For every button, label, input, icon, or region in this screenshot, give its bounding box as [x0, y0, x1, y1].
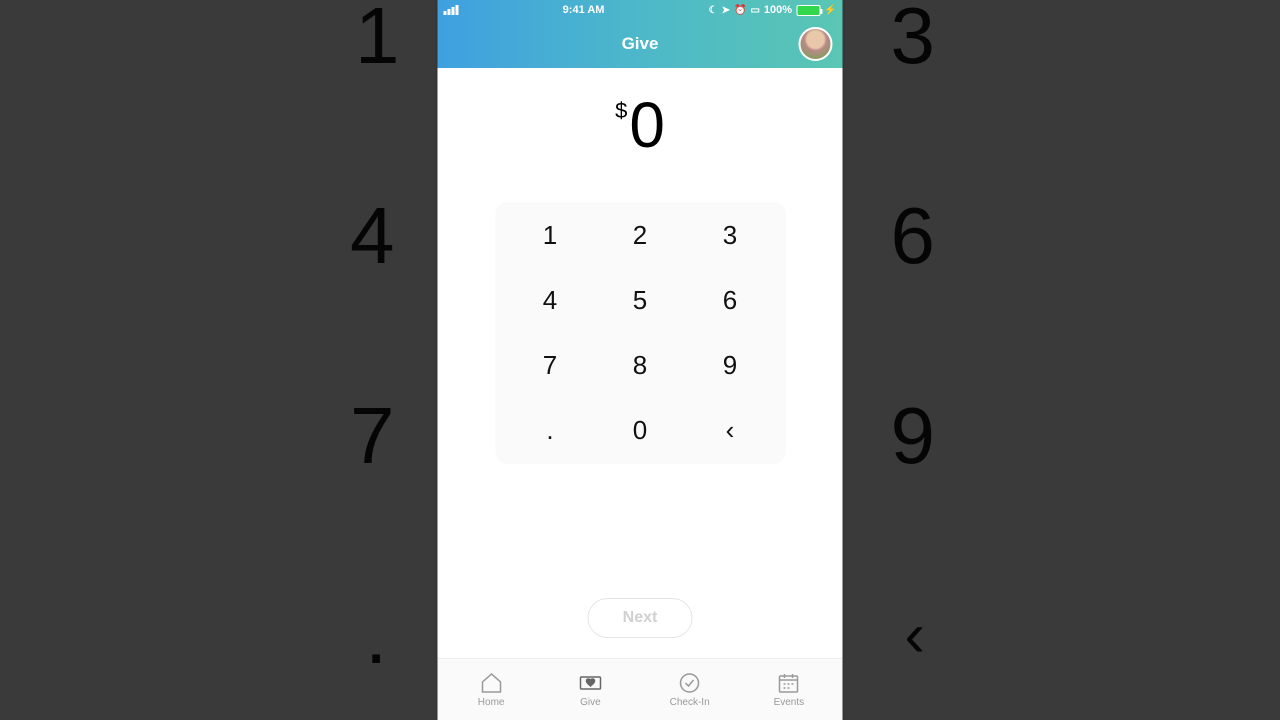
- key-6[interactable]: 6: [685, 285, 775, 316]
- tab-give-label: Give: [580, 697, 601, 708]
- status-time: 9:41 AM: [563, 4, 605, 16]
- tab-checkin[interactable]: Check-In: [640, 671, 739, 708]
- tab-bar: Home Give Check-In Events: [438, 658, 843, 720]
- next-area: Next: [438, 464, 843, 658]
- key-8[interactable]: 8: [595, 350, 685, 381]
- page-title: Give: [622, 34, 659, 54]
- key-9[interactable]: 9: [685, 350, 775, 381]
- bg-keypad-3: 3: [891, 0, 936, 82]
- key-backspace[interactable]: ‹: [685, 415, 775, 446]
- tab-home[interactable]: Home: [442, 671, 541, 708]
- battery-text: 100%: [764, 4, 792, 16]
- events-icon: [777, 671, 801, 695]
- give-icon: [578, 671, 602, 695]
- checkin-icon: [678, 671, 702, 695]
- header: 9:41 AM ☾ ➤ ⏰ ▭ 100% ⚡ Give: [438, 0, 843, 68]
- battery-icon: [796, 5, 820, 16]
- charging-icon: ⚡: [824, 5, 836, 16]
- airplay-icon: ▭: [750, 5, 759, 16]
- bg-keypad-6: 6: [891, 190, 936, 282]
- key-4[interactable]: 4: [505, 285, 595, 316]
- tab-events-label: Events: [774, 697, 805, 708]
- key-0[interactable]: 0: [595, 415, 685, 446]
- bg-keypad-9: 9: [891, 390, 936, 482]
- key-5[interactable]: 5: [595, 285, 685, 316]
- tab-give[interactable]: Give: [541, 671, 640, 708]
- profile-avatar[interactable]: [799, 27, 833, 61]
- bg-keypad-1: 1: [355, 0, 400, 82]
- moon-icon: ☾: [709, 5, 718, 16]
- tab-home-label: Home: [478, 697, 505, 708]
- amount-display: $0: [438, 68, 843, 172]
- key-2[interactable]: 2: [595, 220, 685, 251]
- phone-frame: 9:41 AM ☾ ➤ ⏰ ▭ 100% ⚡ Give $0 1 2 3 4 5…: [438, 0, 843, 720]
- next-button[interactable]: Next: [588, 598, 693, 638]
- key-3[interactable]: 3: [685, 220, 775, 251]
- status-left: [444, 5, 459, 15]
- currency-symbol: $: [615, 98, 627, 123]
- bg-keypad-4: 4: [350, 190, 395, 282]
- tab-checkin-label: Check-In: [670, 697, 710, 708]
- signal-icon: [444, 5, 459, 15]
- home-icon: [479, 671, 503, 695]
- keypad: 1 2 3 4 5 6 7 8 9 . 0 ‹: [495, 202, 785, 464]
- tab-events[interactable]: Events: [739, 671, 838, 708]
- location-icon: ➤: [722, 5, 730, 16]
- bg-keypad-7: 7: [350, 390, 395, 482]
- title-bar: Give: [438, 20, 843, 68]
- alarm-icon: ⏰: [734, 5, 746, 16]
- key-1[interactable]: 1: [505, 220, 595, 251]
- key-7[interactable]: 7: [505, 350, 595, 381]
- status-bar: 9:41 AM ☾ ➤ ⏰ ▭ 100% ⚡: [438, 0, 843, 20]
- bg-keypad-dot: .: [365, 590, 387, 682]
- bg-keypad-back: ‹: [904, 600, 925, 671]
- amount-value: 0: [629, 89, 665, 161]
- status-right: ☾ ➤ ⏰ ▭ 100% ⚡: [709, 4, 837, 16]
- key-dot[interactable]: .: [505, 415, 595, 446]
